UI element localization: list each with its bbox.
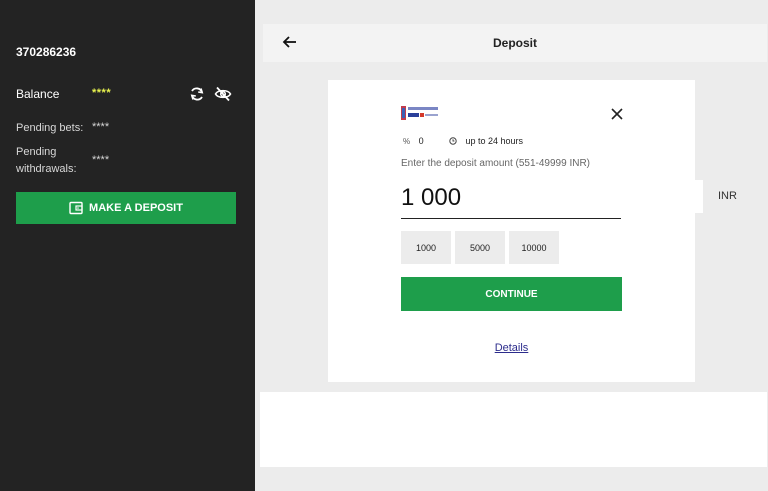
time-value: up to 24 hours: [465, 136, 524, 146]
pending-bets-label: Pending bets:: [16, 122, 84, 134]
close-icon[interactable]: [610, 107, 624, 121]
balance-value: ****: [92, 87, 112, 99]
sidebar: 370286236 Balance **** Pending bets: ***…: [0, 0, 255, 491]
continue-button[interactable]: CONTINUE: [401, 277, 622, 311]
currency-label: INR: [718, 190, 737, 202]
pending-withdrawals-value: ****: [92, 154, 110, 166]
details-link[interactable]: Details: [328, 342, 695, 354]
refresh-icon[interactable]: [188, 85, 206, 103]
pending-withdrawals-label-line1: Pending: [16, 146, 57, 158]
preset-1000-button[interactable]: 1000: [401, 231, 451, 264]
deposit-card: % 0 up to 24 hours Enter the deposit amo…: [328, 80, 695, 382]
make-deposit-label: MAKE A DEPOSIT: [89, 202, 183, 214]
preset-10000-button[interactable]: 10000: [509, 231, 559, 264]
currency-field: [695, 180, 703, 213]
make-deposit-button[interactable]: MAKE A DEPOSIT: [16, 192, 236, 224]
percent-icon: %: [403, 137, 411, 146]
preset-5000-button[interactable]: 5000: [455, 231, 505, 264]
pending-bets-value: ****: [92, 121, 110, 133]
payment-method-logo: [401, 106, 439, 120]
amount-input[interactable]: [401, 178, 621, 219]
pending-withdrawals-label: Pending withdrawals:: [16, 144, 77, 178]
fee-value: 0: [418, 136, 424, 146]
clock-icon: [449, 136, 460, 146]
main-area: Deposit % 0 up to 24 hours Enter the dep…: [255, 0, 768, 491]
page-title: Deposit: [492, 36, 537, 50]
deposit-header: Deposit: [263, 24, 767, 62]
fee-row: % 0: [403, 136, 424, 146]
eye-off-icon[interactable]: [214, 85, 232, 103]
bottom-panel: [260, 392, 767, 467]
time-row: up to 24 hours: [449, 136, 523, 146]
top-strip: [255, 0, 768, 24]
balance-label: Balance: [16, 87, 60, 101]
amount-prompt: Enter the deposit amount (551-49999 INR): [401, 158, 590, 169]
pending-withdrawals-label-line2: withdrawals:: [16, 163, 77, 175]
wallet-icon: [69, 201, 83, 215]
account-id: 370286236: [16, 45, 77, 59]
